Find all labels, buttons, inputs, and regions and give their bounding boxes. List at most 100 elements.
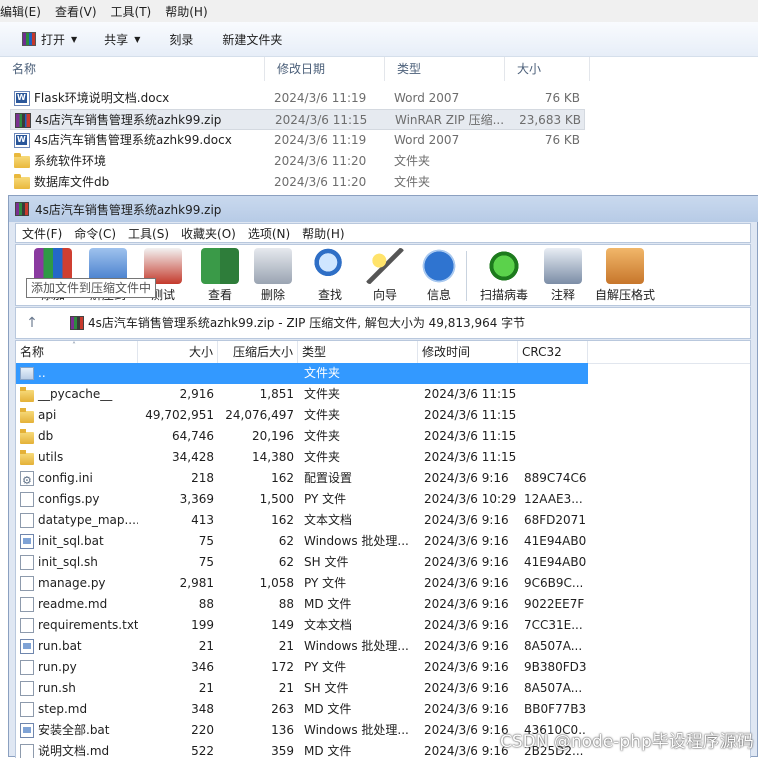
- column-type[interactable]: 类型: [385, 57, 505, 81]
- new-folder-button[interactable]: 新建文件夹: [204, 22, 293, 56]
- share-label: 共享: [104, 32, 129, 47]
- tool-sfx-button[interactable]: 自解压格式: [590, 248, 660, 304]
- row-size: 75: [198, 534, 214, 548]
- archive-row[interactable]: configs.py 3,369 1,500 PY 文件 2024/3/6 10:29 1…: [16, 489, 750, 510]
- row-packed: 162: [271, 471, 294, 485]
- row-name: utils: [38, 450, 64, 464]
- archive-row[interactable]: run.bat 21 21 Windows 批处理... 2024/3/6 9:16 8A…: [16, 636, 750, 657]
- menu-edit[interactable]: 编辑(E): [0, 3, 41, 20]
- batch-file-icon: [20, 723, 34, 738]
- row-name: ..: [38, 366, 46, 380]
- tool-view-button[interactable]: 查看: [194, 248, 246, 304]
- tool-comment-button[interactable]: 注释: [540, 248, 586, 304]
- row-crc: 12AAE3...: [524, 492, 583, 506]
- row-modified: [424, 363, 518, 384]
- burn-button[interactable]: 刻录: [151, 22, 204, 56]
- column-size[interactable]: 大小: [505, 57, 590, 81]
- archive-column-header: 名称 ˄ 大小 压缩后大小 类型 修改时间 CRC32: [16, 341, 750, 364]
- row-packed: 20,196: [252, 429, 294, 443]
- menu-tools[interactable]: 工具(T): [111, 3, 152, 20]
- archive-row[interactable]: utils 34,428 14,380 文件夹 2024/3/6 11:15: [16, 447, 750, 468]
- row-size: [138, 363, 214, 384]
- row-name-cell: step.md: [16, 699, 138, 720]
- file-row[interactable]: 数据库文件db 2024/3/6 11:20 文件夹: [10, 172, 585, 193]
- folder-icon: [20, 408, 34, 423]
- row-type: SH 文件: [304, 681, 349, 695]
- archive-row[interactable]: run.py 346 172 PY 文件 2024/3/6 9:16 9B380FD3: [16, 657, 750, 678]
- menu-commands[interactable]: 命令(C): [68, 225, 122, 242]
- archive-row[interactable]: manage.py 2,981 1,058 PY 文件 2024/3/6 9:16 9C6…: [16, 573, 750, 594]
- row-crc: 41E94AB0: [524, 555, 586, 569]
- file-row[interactable]: 系统软件环境 2024/3/6 11:20 文件夹: [10, 151, 585, 172]
- tool-delete-button[interactable]: 删除: [248, 248, 298, 304]
- file-row[interactable]: 4s店汽车销售管理系统azhk99.docx 2024/3/6 11:19 Word…: [10, 130, 585, 151]
- tool-find-button[interactable]: 查找: [304, 248, 356, 304]
- folder-icon: [20, 450, 34, 465]
- new-folder-label: 新建文件夹: [222, 32, 283, 47]
- row-name: step.md: [38, 702, 88, 716]
- archive-row[interactable]: readme.md 88 88 MD 文件 2024/3/6 9:16 9022EE7F: [16, 594, 750, 615]
- row-size: 34,428: [172, 450, 214, 464]
- archive-path[interactable]: 4s店汽车销售管理系统azhk99.zip - ZIP 压缩文件, 解包大小为 …: [88, 308, 525, 338]
- archive-row[interactable]: __pycache__ 2,916 1,851 文件夹 2024/3/6 11:15: [16, 384, 750, 405]
- file-size: 76 KB: [544, 91, 580, 105]
- menu-file[interactable]: 文件(F): [16, 225, 68, 242]
- batch-file-icon: [20, 639, 34, 654]
- row-name-cell: configs.py: [16, 489, 138, 510]
- menu-options[interactable]: 选项(N): [242, 225, 296, 242]
- archive-row[interactable]: requirements.txt 199 149 文本文档 2024/3/6 9:16 7…: [16, 615, 750, 636]
- archive-row[interactable]: run.sh 21 21 SH 文件 2024/3/6 9:16 8A507A...: [16, 678, 750, 699]
- row-type: 文本文档: [304, 618, 353, 632]
- column-packed[interactable]: 压缩后大小: [218, 341, 298, 363]
- row-name: config.ini: [38, 471, 93, 485]
- column-crc[interactable]: CRC32: [518, 341, 588, 363]
- explorer-toolbar: 打开 ▼ 共享 ▼ 刻录 新建文件夹: [0, 22, 758, 57]
- row-packed: 21: [278, 639, 294, 653]
- archive-row[interactable]: db 64,746 20,196 文件夹 2024/3/6 11:15: [16, 426, 750, 447]
- archive-row[interactable]: step.md 348 263 MD 文件 2024/3/6 9:16 BB0F77B3: [16, 699, 750, 720]
- tool-info-button[interactable]: 信息: [414, 248, 464, 304]
- row-type: 文件夹: [304, 450, 341, 464]
- archive-row[interactable]: init_sql.bat 75 62 Windows 批处理... 2024/3/6 9…: [16, 531, 750, 552]
- row-type: MD 文件: [304, 597, 352, 611]
- menu-view[interactable]: 查看(V): [55, 3, 97, 20]
- column-name[interactable]: 名称: [0, 57, 265, 81]
- row-modified: 2024/3/6 9:16: [424, 618, 509, 632]
- tool-virus-scan-button[interactable]: 扫描病毒: [474, 248, 534, 304]
- docx-icon: [14, 133, 30, 148]
- file-row[interactable]: Flask环境说明文档.docx 2024/3/6 11:19 Word 2007 7…: [10, 88, 585, 109]
- archive-row[interactable]: api 49,702,951 24,076,497 文件夹 2024/3/6 11:15: [16, 405, 750, 426]
- menu-help[interactable]: 帮助(H): [165, 3, 207, 20]
- column-modified[interactable]: 修改时间: [418, 341, 518, 363]
- open-button[interactable]: 打开 ▼: [0, 22, 88, 56]
- row-size: 64,746: [172, 429, 214, 443]
- column-name[interactable]: 名称 ˄: [16, 341, 138, 363]
- archive-row[interactable]: .. 文件夹: [16, 363, 750, 384]
- share-button[interactable]: 共享 ▼: [88, 22, 151, 56]
- winrar-window: 4s店汽车销售管理系统azhk99.zip 文件(F) 命令(C) 工具(S) …: [8, 195, 758, 758]
- find-icon: [311, 248, 349, 284]
- row-size: 199: [191, 618, 214, 632]
- row-name-cell: utils: [16, 447, 138, 468]
- menu-favorites[interactable]: 收藏夹(O): [175, 225, 242, 242]
- row-size: 522: [191, 744, 214, 758]
- archive-row[interactable]: datatype_map.... 413 162 文本文档 2024/3/6 9:16 6…: [16, 510, 750, 531]
- row-packed: 62: [278, 534, 294, 548]
- winrar-titlebar[interactable]: 4s店汽车销售管理系统azhk99.zip: [9, 196, 758, 222]
- menu-help[interactable]: 帮助(H): [296, 225, 350, 242]
- row-type: 配置设置: [304, 471, 353, 485]
- archive-row[interactable]: init_sql.sh 75 62 SH 文件 2024/3/6 9:16 41E94AB…: [16, 552, 750, 573]
- up-arrow-icon[interactable]: ↑: [20, 312, 44, 334]
- file-modified: 2024/3/6 11:20: [274, 175, 367, 189]
- column-size[interactable]: 大小: [138, 341, 218, 363]
- row-size: 75: [198, 555, 214, 569]
- row-modified: 2024/3/6 10:29: [424, 492, 517, 506]
- menu-tools[interactable]: 工具(S): [122, 225, 175, 242]
- column-modified[interactable]: 修改日期: [265, 57, 385, 81]
- column-type[interactable]: 类型: [298, 341, 418, 363]
- file-row[interactable]: 4s店汽车销售管理系统azhk99.zip 2024/3/6 11:15 WinRA…: [10, 109, 585, 130]
- archive-row[interactable]: config.ini 218 162 配置设置 2024/3/6 9:16 889C74C…: [16, 468, 750, 489]
- folder-icon: [20, 387, 34, 402]
- tool-wizard-button[interactable]: 向导: [360, 248, 410, 304]
- row-type: Windows 批处理...: [304, 723, 409, 737]
